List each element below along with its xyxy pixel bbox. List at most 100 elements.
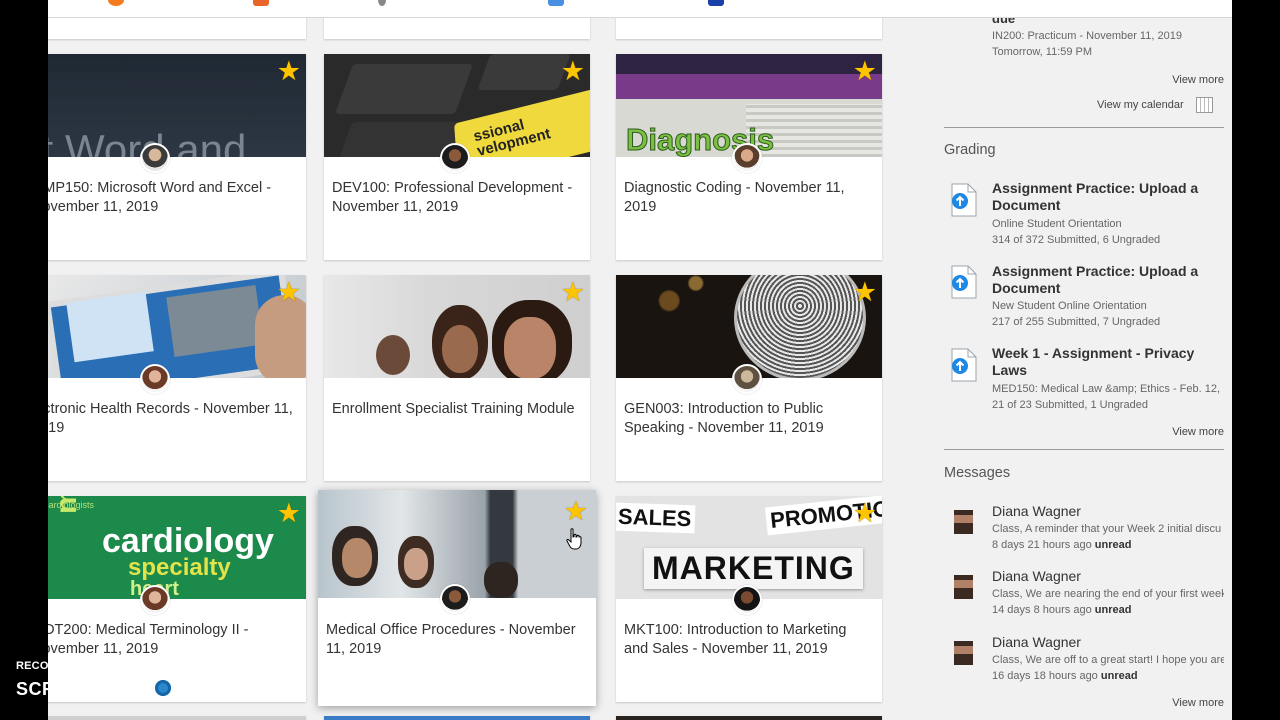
course-image-text: medicine bbox=[50, 496, 84, 514]
favorite-star-icon[interactable]: ★ bbox=[277, 500, 301, 527]
course-image: ssional velopment bbox=[324, 54, 590, 157]
sender-avatar bbox=[954, 510, 973, 534]
document-upload-icon bbox=[948, 183, 978, 217]
favorite-star-icon[interactable]: ★ bbox=[853, 500, 877, 527]
course-image bbox=[318, 490, 596, 598]
course-card-partial[interactable] bbox=[48, 716, 306, 720]
message-time: 14 days 8 hours ago bbox=[992, 604, 1092, 616]
calendar-icon[interactable] bbox=[1196, 97, 1213, 113]
grading-item-stats: 217 of 255 Submitted, 7 Ungraded bbox=[992, 316, 1161, 328]
grading-heading: Grading bbox=[944, 142, 996, 158]
instructor-avatar bbox=[732, 585, 762, 615]
grading-item-title[interactable]: Assignment Practice: Upload a Document bbox=[992, 263, 1222, 297]
instructor-avatar bbox=[140, 585, 170, 615]
course-title[interactable]: lectronic Health Records - November 11, … bbox=[48, 400, 298, 437]
upcoming-item-course: IN200: Practicum - November 11, 2019 bbox=[992, 30, 1182, 42]
course-title[interactable]: MDT200: Medical Terminology II - Novembe… bbox=[48, 621, 298, 658]
favorite-star-icon[interactable]: ★ bbox=[561, 279, 585, 306]
messages-heading: Messages bbox=[944, 465, 1011, 481]
course-image bbox=[48, 275, 306, 378]
screencast-watermark: RECORDED WITH SCREENCAST MATIC bbox=[16, 660, 239, 702]
message-preview[interactable]: Class, A reminder that your Week 2 initi… bbox=[992, 523, 1224, 535]
course-image bbox=[616, 275, 882, 378]
sender-avatar bbox=[954, 641, 973, 665]
message-time: 16 days 18 hours ago bbox=[992, 670, 1098, 682]
messages-view-more-link[interactable]: View more bbox=[1172, 697, 1224, 709]
instructor-avatar bbox=[140, 364, 170, 394]
course-card-partial[interactable] bbox=[616, 716, 882, 720]
course-title[interactable]: GEN003: Introduction to Public Speaking … bbox=[624, 400, 874, 437]
grading-item-course: Online Student Orientation bbox=[992, 218, 1122, 230]
favorite-star-icon[interactable]: ★ bbox=[853, 58, 877, 85]
bookmark-icon[interactable] bbox=[708, 0, 724, 6]
favorite-star-icon[interactable]: ★ bbox=[853, 279, 877, 306]
message-time: 8 days 21 hours ago bbox=[992, 539, 1092, 551]
course-image: ft Word and bbox=[48, 54, 306, 157]
favorite-star-icon[interactable]: ★ bbox=[561, 58, 585, 85]
instructor-avatar bbox=[440, 584, 470, 614]
course-title[interactable]: MKT100: Introduction to Marketing and Sa… bbox=[624, 621, 874, 658]
instructor-avatar bbox=[732, 364, 762, 394]
message-status: unread bbox=[1094, 539, 1132, 551]
message-sender[interactable]: Diana Wagner bbox=[992, 503, 1081, 519]
activity-sidebar: due IN200: Practicum - November 11, 2019… bbox=[944, 0, 1224, 720]
message-status: unread bbox=[1100, 670, 1138, 682]
course-card[interactable]: ssional velopment ★ DEV100: Professional… bbox=[324, 54, 590, 260]
course-image-text: SALES bbox=[616, 502, 696, 534]
course-title[interactable]: DEV100: Professional Development - Novem… bbox=[332, 179, 582, 216]
course-image: SALES PROMOTION MARKETING bbox=[616, 496, 882, 599]
grading-item-title[interactable]: Week 1 - Assignment - Privacy Laws bbox=[992, 345, 1207, 379]
watermark-top-text: RECORDED WITH bbox=[16, 660, 113, 672]
course-image: cardiologists medicine cardiology specia… bbox=[48, 496, 306, 599]
divider bbox=[944, 449, 1224, 450]
instructor-avatar bbox=[440, 143, 470, 173]
course-card[interactable]: ★ GEN003: Introduction to Public Speakin… bbox=[616, 275, 882, 481]
course-card-partial[interactable] bbox=[324, 716, 590, 720]
watermark-right-text: MATIC bbox=[181, 678, 240, 699]
bookmark-icon[interactable] bbox=[548, 0, 564, 6]
grading-item-stats: 314 of 372 Submitted, 6 Ungraded bbox=[992, 234, 1161, 246]
course-image bbox=[324, 275, 590, 378]
message-sender[interactable]: Diana Wagner bbox=[992, 568, 1081, 584]
grading-item-stats: 21 of 23 Submitted, 1 Ungraded bbox=[992, 399, 1148, 411]
document-upload-icon bbox=[948, 265, 978, 299]
instructor-avatar bbox=[140, 143, 170, 173]
divider bbox=[944, 127, 1224, 128]
grading-view-more-link[interactable]: View more bbox=[1172, 426, 1224, 438]
message-preview[interactable]: Class, We are off to a great start! I ho… bbox=[992, 654, 1224, 666]
course-image: Diagnosis bbox=[616, 54, 882, 157]
grading-item-title[interactable]: Assignment Practice: Upload a Document bbox=[992, 180, 1222, 214]
bookmark-icon[interactable] bbox=[108, 0, 124, 6]
screen: ft Word and ★ OMP150: Microsoft Word and… bbox=[48, 0, 1232, 720]
course-title[interactable]: OMP150: Microsoft Word and Excel - Novem… bbox=[48, 179, 298, 216]
document-upload-icon bbox=[948, 348, 978, 382]
course-image-text: MARKETING bbox=[644, 548, 863, 589]
screencast-logo-icon bbox=[149, 674, 178, 702]
course-card[interactable]: SALES PROMOTION MARKETING ★ MKT100: Intr… bbox=[616, 496, 882, 702]
message-status: unread bbox=[1094, 604, 1132, 616]
grading-item-course: New Student Online Orientation bbox=[992, 300, 1147, 312]
course-card[interactable]: Diagnosis ★ Diagnostic Coding - November… bbox=[616, 54, 882, 260]
favorite-star-icon[interactable]: ★ bbox=[277, 58, 301, 85]
view-calendar-link[interactable]: View my calendar bbox=[1097, 99, 1184, 111]
course-title[interactable]: Medical Office Procedures - November 11,… bbox=[326, 621, 588, 658]
bookmarks-bar bbox=[48, 0, 1232, 18]
sender-avatar bbox=[954, 575, 973, 599]
course-title[interactable]: Diagnostic Coding - November 11, 2019 bbox=[624, 179, 874, 216]
watermark-left-text: SCREENCAST bbox=[16, 678, 146, 699]
course-card[interactable]: ★ lectronic Health Records - November 11… bbox=[48, 275, 306, 481]
upcoming-item-due: Tomorrow, 11:59 PM bbox=[992, 46, 1093, 58]
upcoming-view-more-link[interactable]: View more bbox=[1172, 74, 1224, 86]
course-card-hovered[interactable]: ★ Medical Office Procedures - November 1… bbox=[318, 490, 596, 706]
course-title[interactable]: Enrollment Specialist Training Module bbox=[332, 400, 582, 419]
message-sender[interactable]: Diana Wagner bbox=[992, 634, 1081, 650]
message-preview[interactable]: Class, We are nearing the end of your fi… bbox=[992, 588, 1224, 600]
hand-pointer-cursor-icon bbox=[566, 528, 582, 555]
course-card[interactable]: ft Word and ★ OMP150: Microsoft Word and… bbox=[48, 54, 306, 260]
favorite-star-icon[interactable]: ★ bbox=[564, 498, 588, 525]
grading-item-course: MED150: Medical Law &amp; Ethics - Feb. … bbox=[992, 383, 1222, 395]
bookmark-icon[interactable] bbox=[378, 0, 386, 6]
favorite-star-icon[interactable]: ★ bbox=[277, 279, 301, 306]
course-card[interactable]: ★ Enrollment Specialist Training Module bbox=[324, 275, 590, 481]
bookmark-icon[interactable] bbox=[253, 0, 269, 6]
